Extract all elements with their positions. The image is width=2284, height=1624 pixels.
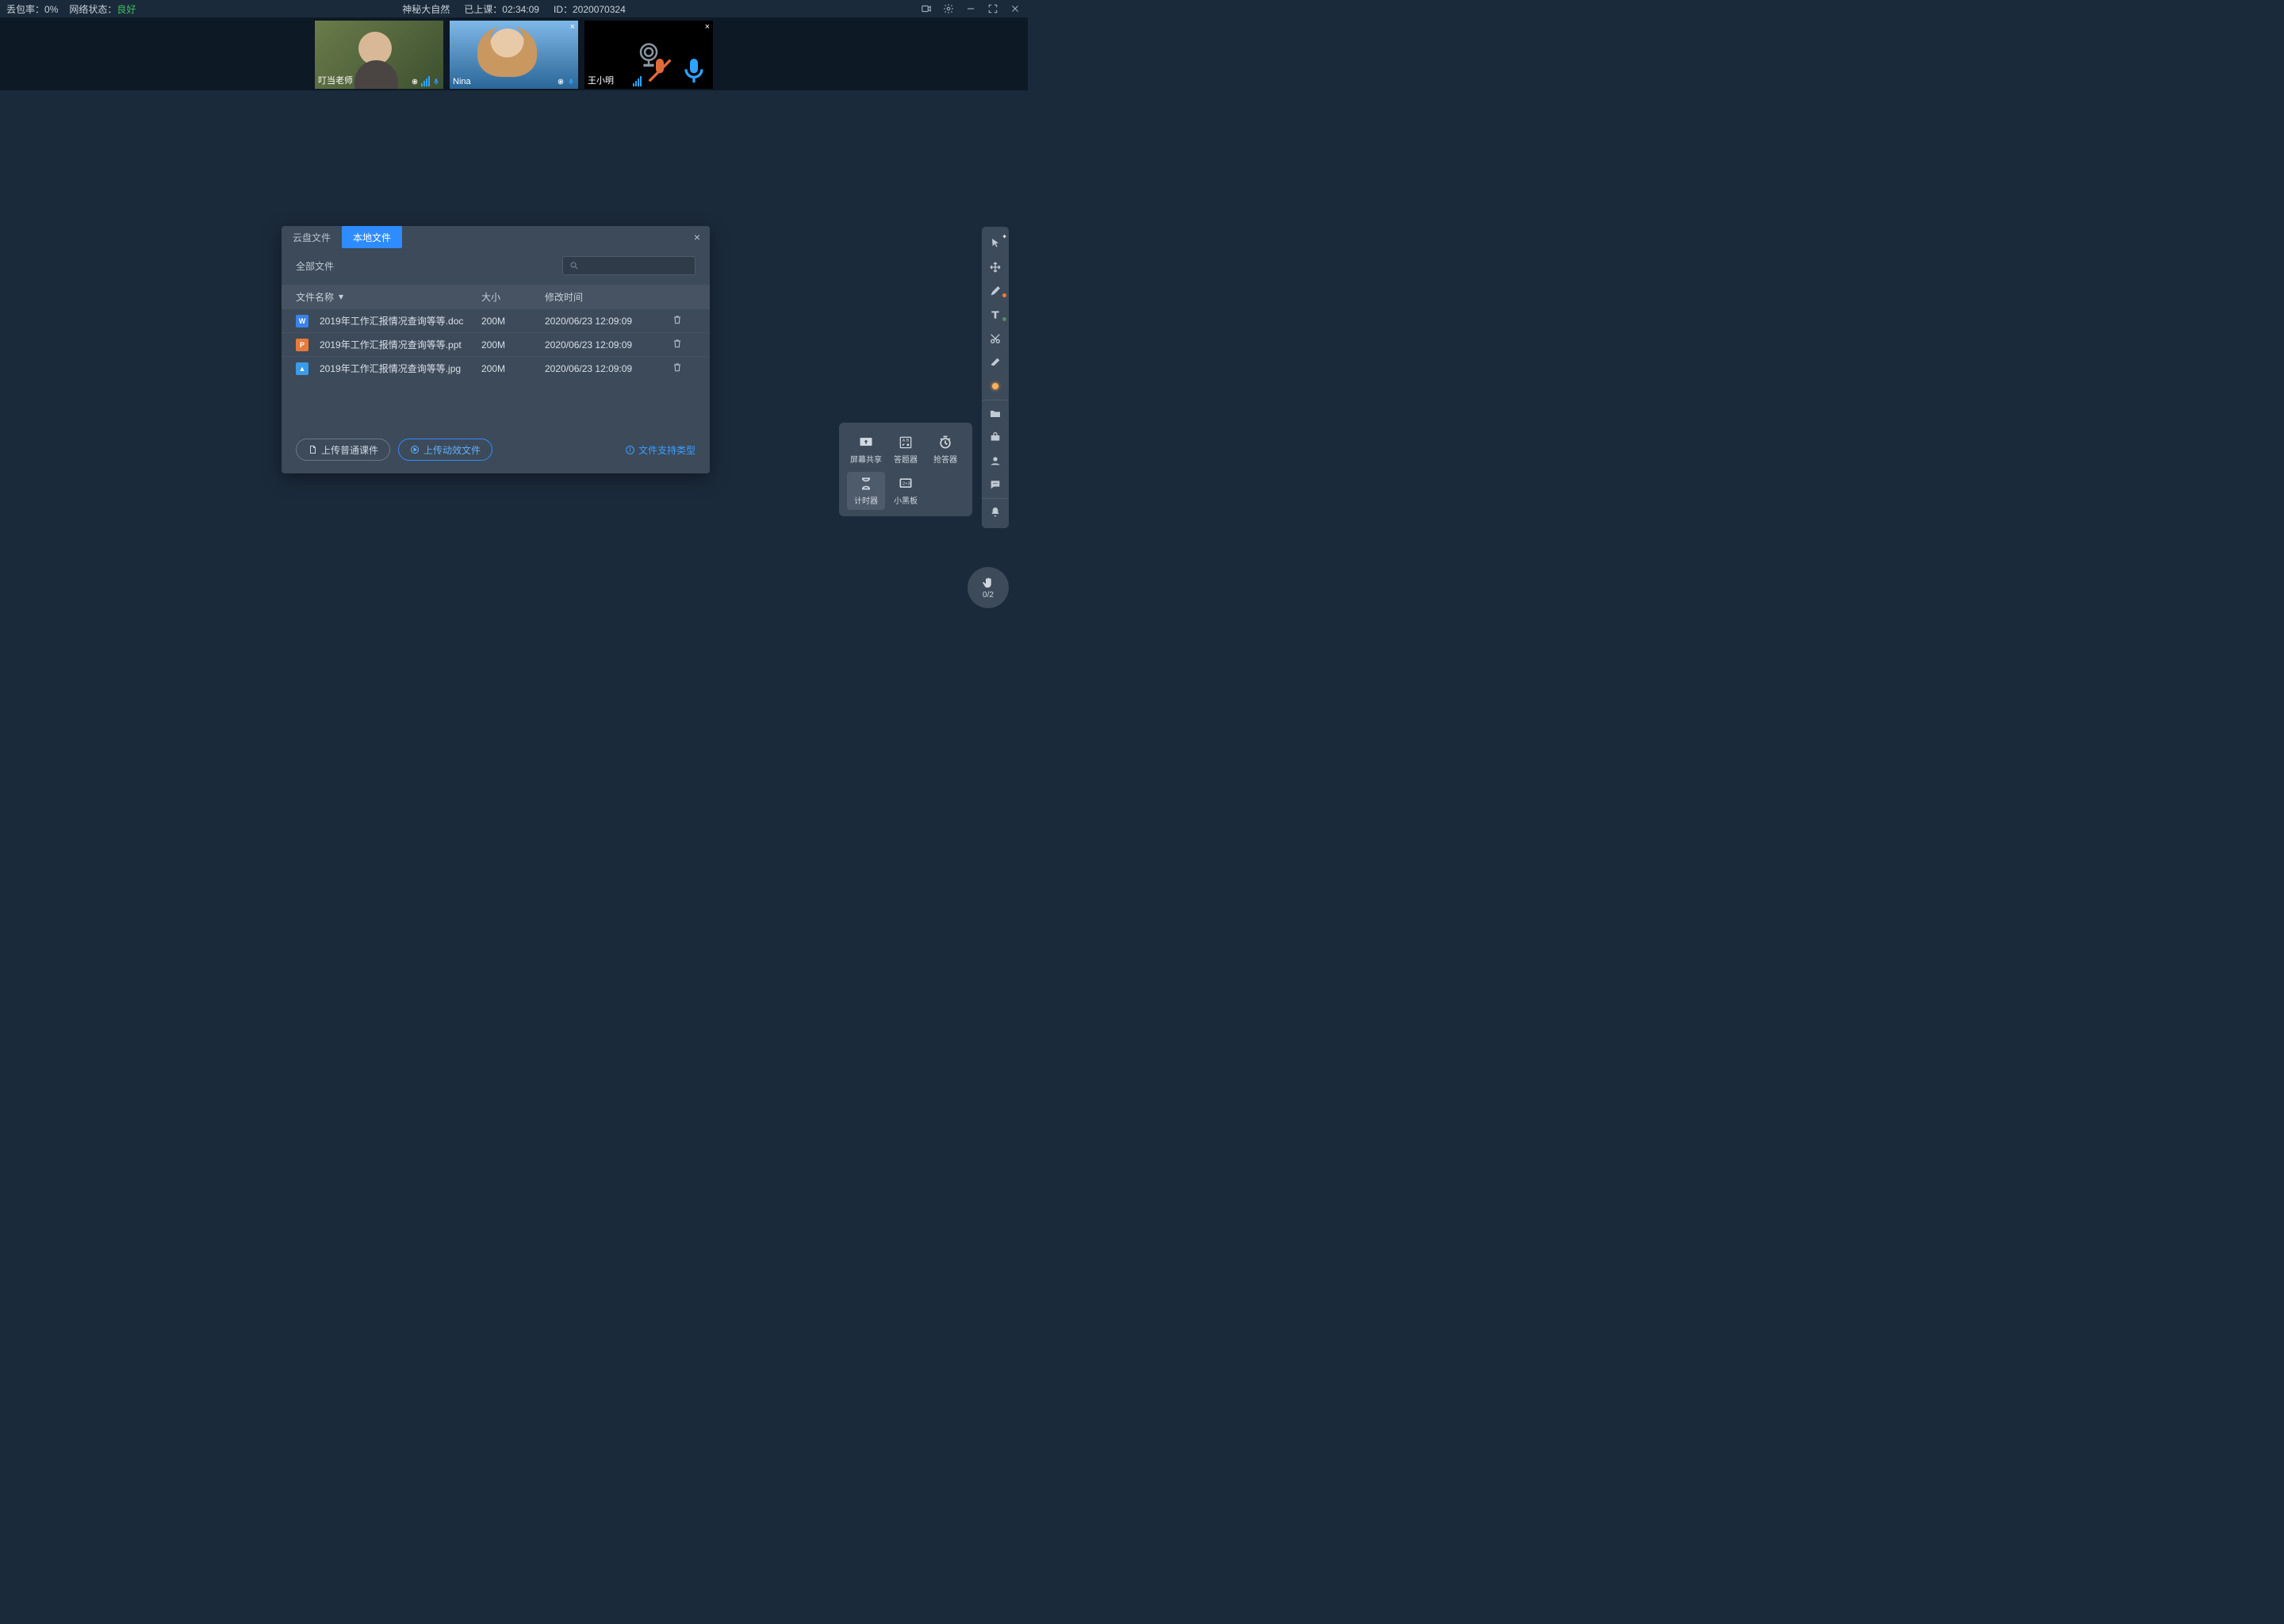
- tool-timer[interactable]: 计时器: [847, 472, 885, 510]
- file-type-icon: W: [296, 315, 308, 327]
- minimize-icon[interactable]: [964, 2, 977, 15]
- document-icon: [308, 445, 317, 454]
- tool-whiteboard[interactable]: 2+3小黑板: [887, 472, 925, 510]
- top-status-bar: 丢包率：0% 网络状态：良好 神秘大自然 已上课：02:34:09 ID：202…: [0, 0, 1028, 17]
- right-toolbar: ✦: [982, 227, 1009, 528]
- close-icon[interactable]: [1009, 2, 1021, 15]
- file-type-icon: ▲: [296, 362, 308, 375]
- class-title: 神秘大自然: [402, 2, 450, 16]
- table-row[interactable]: P 2019年工作汇报情况查询等等.ppt 200M2020/06/23 12:09…: [282, 332, 710, 356]
- mic-muted-icon: [644, 55, 676, 86]
- tool-screen-share[interactable]: 屏幕共享: [847, 431, 885, 469]
- tool-toolbox[interactable]: [982, 425, 1009, 449]
- settings-icon[interactable]: [942, 2, 955, 15]
- packet-loss-value: 0%: [44, 4, 58, 15]
- participant-name: 叮当老师: [318, 74, 353, 86]
- tool-move[interactable]: [982, 255, 1009, 279]
- upload-normal-button[interactable]: 上传普通课件: [296, 439, 390, 461]
- network-label: 网络状态：: [69, 4, 117, 15]
- network-value: 良好: [117, 4, 136, 15]
- tool-text[interactable]: [982, 303, 1009, 327]
- mic-icon: [678, 55, 710, 86]
- info-icon: [625, 445, 635, 455]
- tile-close-icon[interactable]: ×: [570, 22, 575, 32]
- tool-eraser[interactable]: [982, 350, 1009, 374]
- volume-bars-icon: [633, 76, 642, 86]
- table-header: 文件名称▾ 大小 修改时间: [282, 285, 710, 308]
- column-modified[interactable]: 修改时间: [545, 290, 672, 304]
- participant-name: Nina: [453, 77, 471, 86]
- upload-animated-button[interactable]: 上传动效文件: [398, 439, 492, 461]
- delete-icon[interactable]: [672, 316, 683, 327]
- file-name: 2019年工作汇报情况查询等等.doc: [320, 314, 463, 327]
- file-name: 2019年工作汇报情况查询等等.ppt: [320, 338, 462, 351]
- hand-icon: [981, 576, 995, 590]
- elapsed-label: 已上课：: [464, 4, 502, 15]
- column-filename[interactable]: 文件名称▾: [296, 290, 481, 304]
- file-type-icon: P: [296, 339, 308, 351]
- tools-popover: 屏幕共享 AB答题器 抢答器 计时器 2+3小黑板: [839, 423, 972, 516]
- file-modal: 云盘文件 本地文件 × 全部文件 文件名称▾ 大小 修改时间 W 2019年工作汇…: [282, 226, 710, 473]
- tab-cloud-files[interactable]: 云盘文件: [282, 226, 342, 248]
- file-size: 200M: [481, 339, 545, 350]
- volume-bars-icon: [421, 76, 430, 86]
- file-size: 200M: [481, 316, 545, 327]
- participant-name: 王小明: [588, 74, 614, 86]
- mic-icon: [432, 77, 440, 86]
- video-tile[interactable]: 叮当老师: [315, 21, 443, 89]
- file-time: 2020/06/23 12:09:09: [545, 316, 672, 327]
- sort-icon: ▾: [339, 291, 343, 302]
- mic-icon: [567, 77, 575, 86]
- modal-close-icon[interactable]: ×: [684, 231, 710, 243]
- svg-text:B: B: [906, 439, 910, 443]
- tool-buzzer[interactable]: 抢答器: [926, 431, 964, 469]
- svg-text:2+3: 2+3: [902, 482, 910, 487]
- table-row[interactable]: ▲ 2019年工作汇报情况查询等等.jpg 200M2020/06/23 12:09…: [282, 356, 710, 380]
- tool-laser[interactable]: [982, 374, 1009, 398]
- file-size: 200M: [481, 363, 545, 374]
- play-circle-icon: [410, 445, 420, 454]
- tab-local-files[interactable]: 本地文件: [342, 226, 402, 248]
- elapsed-value: 02:34:09: [502, 4, 539, 15]
- video-tile[interactable]: × Nina: [450, 21, 578, 89]
- video-tile[interactable]: × 王小明: [584, 21, 713, 89]
- camera-indicator-icon: [557, 77, 565, 86]
- tool-cursor[interactable]: ✦: [982, 232, 1009, 255]
- delete-icon[interactable]: [672, 364, 683, 375]
- record-icon[interactable]: [920, 2, 933, 15]
- tool-pen[interactable]: [982, 279, 1009, 303]
- delete-icon[interactable]: [672, 340, 683, 351]
- supported-types-link[interactable]: 文件支持类型: [625, 443, 696, 457]
- raise-hand-button[interactable]: 0/2: [968, 567, 1009, 608]
- search-input[interactable]: [562, 256, 696, 275]
- video-strip: 叮当老师 × Nina × 王小明: [0, 17, 1028, 90]
- file-time: 2020/06/23 12:09:09: [545, 339, 672, 350]
- camera-indicator-icon: [411, 77, 419, 86]
- fullscreen-icon[interactable]: [987, 2, 999, 15]
- hand-count: 0/2: [983, 591, 994, 599]
- file-time: 2020/06/23 12:09:09: [545, 363, 672, 374]
- tool-folder[interactable]: [982, 400, 1009, 425]
- session-id-value: 2020070324: [573, 4, 626, 15]
- filter-all-files[interactable]: 全部文件: [296, 259, 334, 273]
- file-name: 2019年工作汇报情况查询等等.jpg: [320, 362, 461, 375]
- tool-users[interactable]: [982, 449, 1009, 473]
- search-icon: [569, 261, 579, 270]
- packet-loss-label: 丢包率：: [6, 4, 44, 15]
- tool-bell[interactable]: [982, 498, 1009, 523]
- tool-chat[interactable]: [982, 473, 1009, 496]
- session-id-label: ID：: [554, 4, 573, 15]
- column-size[interactable]: 大小: [481, 290, 545, 304]
- tile-close-icon[interactable]: ×: [705, 22, 710, 32]
- svg-text:A: A: [902, 439, 906, 443]
- table-row[interactable]: W 2019年工作汇报情况查询等等.doc 200M2020/06/23 12:09…: [282, 308, 710, 332]
- tool-quiz[interactable]: AB答题器: [887, 431, 925, 469]
- tool-cut[interactable]: [982, 327, 1009, 350]
